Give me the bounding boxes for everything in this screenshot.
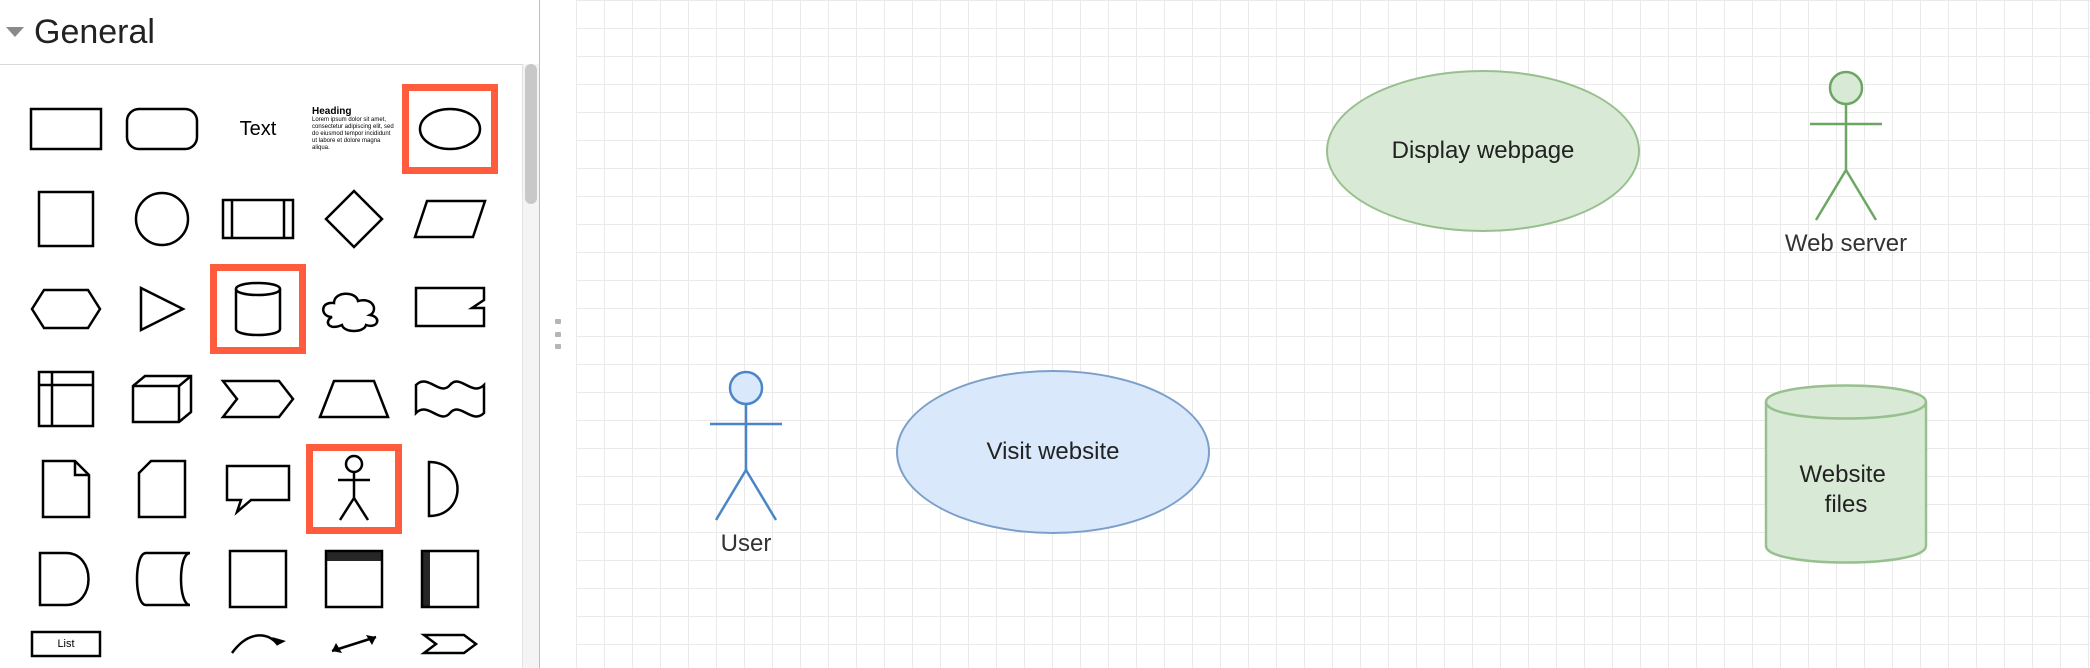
shape-note[interactable] (18, 444, 114, 534)
shape-text[interactable]: Text (210, 84, 306, 174)
shape-rectangle[interactable] (18, 84, 114, 174)
text-label: Text (240, 118, 277, 141)
shape-circle[interactable] (114, 174, 210, 264)
shape-curved-arrow[interactable] (210, 624, 306, 664)
shape-process[interactable] (210, 174, 306, 264)
shape-or[interactable] (402, 444, 498, 534)
shape-actor[interactable] (306, 444, 402, 534)
shape-tape[interactable] (402, 354, 498, 444)
svg-text:List: List (57, 638, 74, 650)
shape-trapezoid[interactable] (306, 354, 402, 444)
shape-step[interactable] (210, 354, 306, 444)
node-display-webpage-label: Display webpage (1392, 137, 1575, 165)
panel-splitter[interactable] (540, 0, 576, 668)
diagram-canvas[interactable]: User Visit website Display webpage Web s… (576, 0, 2090, 668)
node-visit-website[interactable]: Visit website (896, 370, 1210, 534)
shape-and[interactable] (18, 534, 114, 624)
shape-hexagon[interactable] (18, 264, 114, 354)
scrollbar-thumb[interactable] (525, 64, 537, 204)
shape-ellipse[interactable] (402, 84, 498, 174)
shape-container[interactable] (210, 534, 306, 624)
shape-rounded-rectangle[interactable] (114, 84, 210, 174)
splitter-grip-icon (555, 319, 561, 349)
shape-cylinder[interactable] (210, 264, 306, 354)
shape-square[interactable] (18, 174, 114, 264)
sidebar-scrollbar[interactable] (522, 64, 539, 668)
heading-label: Heading (312, 106, 351, 117)
shape-card[interactable] (114, 444, 210, 534)
shape-bidirectional-arrow[interactable] (306, 624, 402, 664)
shape-callout-rect[interactable] (402, 264, 498, 354)
node-user-label: User (696, 530, 796, 558)
shape-message[interactable] (402, 624, 498, 664)
section-title: General (34, 13, 155, 52)
shape-callout[interactable] (210, 444, 306, 534)
node-user[interactable]: User (696, 370, 796, 545)
shape-internal-storage[interactable] (18, 354, 114, 444)
node-web-server-label: Web server (1766, 230, 1926, 258)
collapse-triangle-icon[interactable] (6, 27, 24, 37)
node-visit-website-label: Visit website (987, 438, 1120, 466)
node-web-server[interactable]: Web server (1766, 70, 1926, 240)
shape-diamond[interactable] (306, 174, 402, 264)
node-display-webpage[interactable]: Display webpage (1326, 70, 1640, 232)
shape-vertical-container[interactable] (306, 534, 402, 624)
sidebar-section-header[interactable]: General (0, 0, 539, 65)
shape-heading[interactable]: Heading Lorem ipsum dolor sit amet, cons… (306, 84, 402, 174)
node-website-files[interactable]: Website files (1756, 370, 1936, 585)
shape-cube[interactable] (114, 354, 210, 444)
shape-palette: Text Heading Lorem ipsum dolor sit amet,… (0, 64, 523, 668)
shape-triangle[interactable] (114, 264, 210, 354)
shape-cloud[interactable] (306, 264, 402, 354)
shape-data-storage[interactable] (114, 534, 210, 624)
shape-parallelogram[interactable] (402, 174, 498, 264)
shape-list[interactable]: List (18, 624, 114, 664)
shape-sidebar: General Text Heading Lorem ipsum dolor s… (0, 0, 540, 668)
shape-horizontal-container[interactable] (402, 534, 498, 624)
